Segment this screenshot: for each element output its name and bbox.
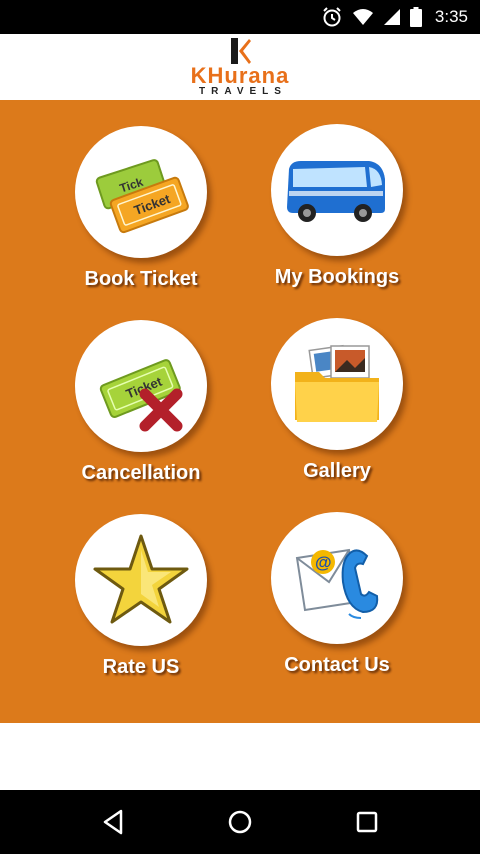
contact-us-label: Contact Us [284,654,390,676]
cancellation-label: Cancellation [81,462,201,484]
folder-photos-icon [295,344,379,422]
svg-text:@: @ [315,553,332,572]
my-bookings-circle[interactable] [271,124,403,256]
cancellation-circle[interactable]: Ticket [75,320,207,452]
back-icon [104,809,123,835]
status-time: 3:35 [434,7,468,26]
ticket-cancel-icon: Ticket [99,359,183,432]
rate-us-tile[interactable]: Rate US [56,514,226,704]
brand-subtitle: TRAVELS [199,86,287,97]
book-ticket-tile[interactable]: Tick Ticket Book Ticket [56,126,226,316]
contact-us-tile[interactable]: @ Contact Us [252,512,422,702]
recents-button[interactable] [337,797,397,847]
navigation-bar [0,790,480,854]
my-bookings-tile[interactable]: My Bookings [252,124,422,314]
battery-icon [409,7,422,27]
contact-envelope-phone-icon: @ [295,548,379,619]
cancellation-tile[interactable]: Ticket Cancellation [56,320,226,510]
brand-name: KHurana [190,63,290,88]
main-menu: Tick Ticket Book Ticket My Bookings Tick… [0,100,480,723]
book-ticket-circle[interactable]: Tick Ticket [75,126,207,258]
signal-icon [383,9,400,25]
my-bookings-label: My Bookings [274,266,400,288]
rate-us-circle[interactable] [75,514,207,646]
status-bar: 3:35 [0,0,480,34]
bus-icon [287,161,385,222]
alarm-icon [323,7,341,27]
gallery-label: Gallery [303,460,371,482]
book-ticket-label: Book Ticket [84,268,198,290]
wifi-icon [352,9,373,25]
bottom-blank-area [0,723,480,790]
star-icon [93,534,189,624]
contact-us-circle[interactable]: @ [271,512,403,644]
ticket-icon: Tick Ticket [95,159,189,234]
app-header: KHurana TRAVELS [0,34,480,100]
back-button[interactable] [83,797,143,847]
gallery-tile[interactable]: Gallery [252,318,422,508]
rate-us-label: Rate US [102,656,180,678]
gallery-circle[interactable] [271,318,403,450]
home-icon [228,810,252,834]
recents-icon [356,811,377,833]
home-button[interactable] [210,797,270,847]
logo-icon [231,38,251,64]
